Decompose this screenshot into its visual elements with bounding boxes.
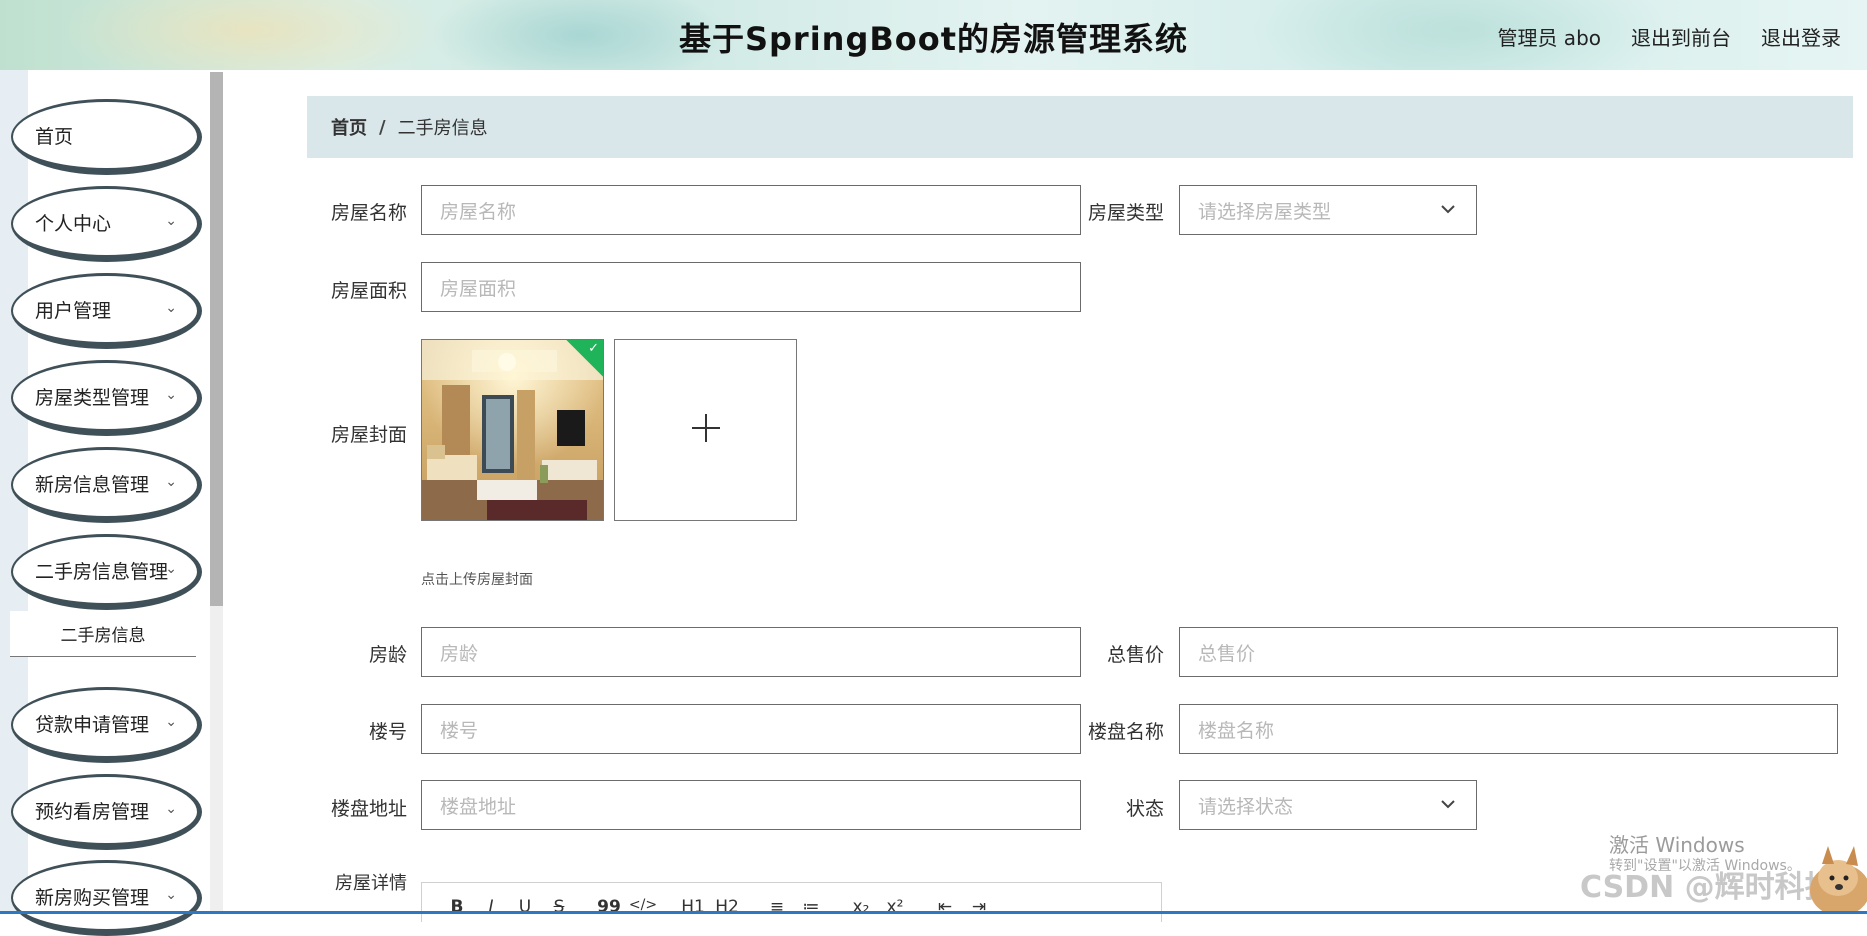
chevron-down-icon: ⌄ bbox=[165, 561, 177, 577]
chevron-down-icon: ⌄ bbox=[165, 387, 177, 403]
heading1-button[interactable]: H1 bbox=[676, 897, 710, 917]
status-label: 状态 bbox=[1125, 798, 1164, 820]
upload-cover-button[interactable] bbox=[614, 339, 797, 521]
chevron-down-icon bbox=[1440, 199, 1456, 220]
italic-button[interactable]: I bbox=[474, 897, 508, 917]
building-no-label: 楼号 bbox=[368, 721, 407, 743]
underline-button[interactable]: U bbox=[508, 897, 542, 917]
status-placeholder: 请选择状态 bbox=[1198, 795, 1294, 818]
plus-icon bbox=[690, 412, 722, 448]
house-age-input[interactable]: 房龄 bbox=[421, 627, 1081, 677]
subscript-button[interactable]: x₂ bbox=[844, 897, 878, 917]
estate-name-label: 楼盘名称 bbox=[1087, 721, 1164, 743]
house-details-label: 房屋详情 bbox=[335, 873, 407, 894]
building-no-input[interactable]: 楼号 bbox=[421, 704, 1081, 754]
chevron-down-icon: ⌄ bbox=[165, 300, 177, 316]
house-age-placeholder: 房龄 bbox=[440, 642, 479, 665]
bold-button[interactable]: B bbox=[440, 897, 474, 917]
sidebar-item-new-house-management[interactable]: 新房信息管理 ⌄ bbox=[11, 447, 202, 523]
sidebar-item-label: 首页 bbox=[35, 125, 74, 148]
estate-address-placeholder: 楼盘地址 bbox=[440, 795, 517, 818]
sidebar-item-user-management[interactable]: 用户管理 ⌄ bbox=[11, 273, 202, 349]
sidebar-item-second-hand-management[interactable]: 二手房信息管理 ⌄ bbox=[11, 534, 202, 610]
house-name-label: 房屋名称 bbox=[330, 202, 407, 224]
house-cover-label: 房屋封面 bbox=[330, 424, 407, 446]
sidebar-item-home[interactable]: 首页 bbox=[11, 99, 202, 175]
sidebar-item-label: 用户管理 bbox=[35, 299, 112, 322]
house-area-placeholder: 房屋面积 bbox=[440, 277, 517, 300]
sidebar: 首页 个人中心 ⌄ 用户管理 ⌄ 房屋类型管理 ⌄ 新房信息管理 ⌄ 二手房信息… bbox=[0, 70, 224, 936]
sidebar-item-label: 二手房信息管理 bbox=[35, 560, 169, 583]
estate-name-placeholder: 楼盘名称 bbox=[1198, 719, 1275, 742]
sidebar-item-label: 预约看房管理 bbox=[35, 800, 150, 823]
breadcrumb-home[interactable]: 首页 bbox=[331, 114, 367, 140]
total-price-label: 总售价 bbox=[1106, 644, 1164, 666]
sidebar-item-house-type-management[interactable]: 房屋类型管理 ⌄ bbox=[11, 360, 202, 436]
indent-button[interactable]: ⇥ bbox=[962, 897, 996, 917]
bullet-list-button[interactable]: ≔ bbox=[794, 897, 828, 917]
breadcrumb-current: 二手房信息 bbox=[397, 118, 488, 139]
estate-address-input[interactable]: 楼盘地址 bbox=[421, 780, 1081, 830]
windows-activation-title: 激活 Windows bbox=[1609, 833, 1745, 857]
ordered-list-button[interactable]: ≡ bbox=[760, 897, 794, 917]
sidebar-item-label: 新房信息管理 bbox=[35, 473, 150, 496]
top-header: 基于SpringBoot的房源管理系统 管理员 abo 退出到前台 退出登录 bbox=[0, 0, 1867, 70]
living-room-image bbox=[422, 340, 603, 520]
sidebar-item-label: 个人中心 bbox=[35, 212, 112, 235]
building-no-placeholder: 楼号 bbox=[440, 719, 479, 742]
sidebar-item-loan-management[interactable]: 贷款申请管理 ⌄ bbox=[11, 687, 202, 763]
house-name-input[interactable]: 房屋名称 bbox=[421, 185, 1081, 235]
chevron-down-icon: ⌄ bbox=[165, 213, 177, 229]
chevron-down-icon: ⌄ bbox=[165, 474, 177, 490]
house-type-label: 房屋类型 bbox=[1087, 202, 1164, 224]
total-price-placeholder: 总售价 bbox=[1198, 642, 1256, 665]
admin-user-link[interactable]: 管理员 abo bbox=[1497, 22, 1601, 51]
breadcrumb-separator: / bbox=[379, 116, 386, 138]
dog-mascot-image bbox=[1800, 838, 1867, 916]
breadcrumb: 首页 / 二手房信息 bbox=[307, 96, 1853, 158]
total-price-input[interactable]: 总售价 bbox=[1179, 627, 1838, 677]
estate-address-label: 楼盘地址 bbox=[330, 798, 407, 820]
exit-to-front-link[interactable]: 退出到前台 bbox=[1631, 22, 1731, 51]
blockquote-button[interactable]: 99 bbox=[592, 897, 626, 917]
upload-cover-hint: 点击上传房屋封面 bbox=[421, 572, 533, 588]
sidebar-item-new-house-purchase[interactable]: 新房购买管理 ⌄ bbox=[11, 860, 202, 936]
house-age-label: 房龄 bbox=[368, 644, 407, 666]
sidebar-item-viewing-appointment[interactable]: 预约看房管理 ⌄ bbox=[11, 774, 202, 850]
house-cover-thumbnail[interactable]: ✓ bbox=[421, 339, 604, 521]
house-type-placeholder: 请选择房屋类型 bbox=[1198, 200, 1332, 223]
sidebar-item-personal-center[interactable]: 个人中心 ⌄ bbox=[11, 186, 202, 262]
chevron-down-icon: ⌄ bbox=[165, 714, 177, 730]
sidebar-item-label: 新房购买管理 bbox=[35, 886, 150, 909]
sidebar-scrollbar[interactable] bbox=[210, 72, 223, 606]
chevron-down-icon bbox=[1440, 794, 1456, 815]
logout-link[interactable]: 退出登录 bbox=[1761, 22, 1841, 51]
rich-text-toolbar: B I U S 99 </> H1 H2 ≡ ≔ x₂ x² ⇤ ⇥ bbox=[421, 882, 1162, 922]
sidebar-item-label: 房屋类型管理 bbox=[35, 386, 150, 409]
house-type-select[interactable]: 请选择房屋类型 bbox=[1179, 185, 1477, 235]
sidebar-subitem-second-hand-info[interactable]: 二手房信息 bbox=[10, 611, 196, 657]
superscript-button[interactable]: x² bbox=[878, 897, 912, 917]
house-area-label: 房屋面积 bbox=[330, 280, 407, 302]
estate-name-input[interactable]: 楼盘名称 bbox=[1179, 704, 1838, 754]
status-select[interactable]: 请选择状态 bbox=[1179, 780, 1477, 830]
outdent-button[interactable]: ⇤ bbox=[928, 897, 962, 917]
sidebar-item-label: 贷款申请管理 bbox=[35, 713, 150, 736]
heading2-button[interactable]: H2 bbox=[710, 897, 744, 917]
csdn-watermark: CSDN @辉时科技 bbox=[1580, 870, 1835, 905]
check-icon: ✓ bbox=[588, 341, 599, 356]
header-nav: 管理员 abo 退出到前台 退出登录 bbox=[1497, 22, 1841, 51]
house-name-placeholder: 房屋名称 bbox=[440, 200, 517, 223]
strike-button[interactable]: S bbox=[542, 897, 576, 917]
house-area-input[interactable]: 房屋面积 bbox=[421, 262, 1081, 312]
chevron-down-icon: ⌄ bbox=[165, 887, 177, 903]
chevron-down-icon: ⌄ bbox=[165, 801, 177, 817]
